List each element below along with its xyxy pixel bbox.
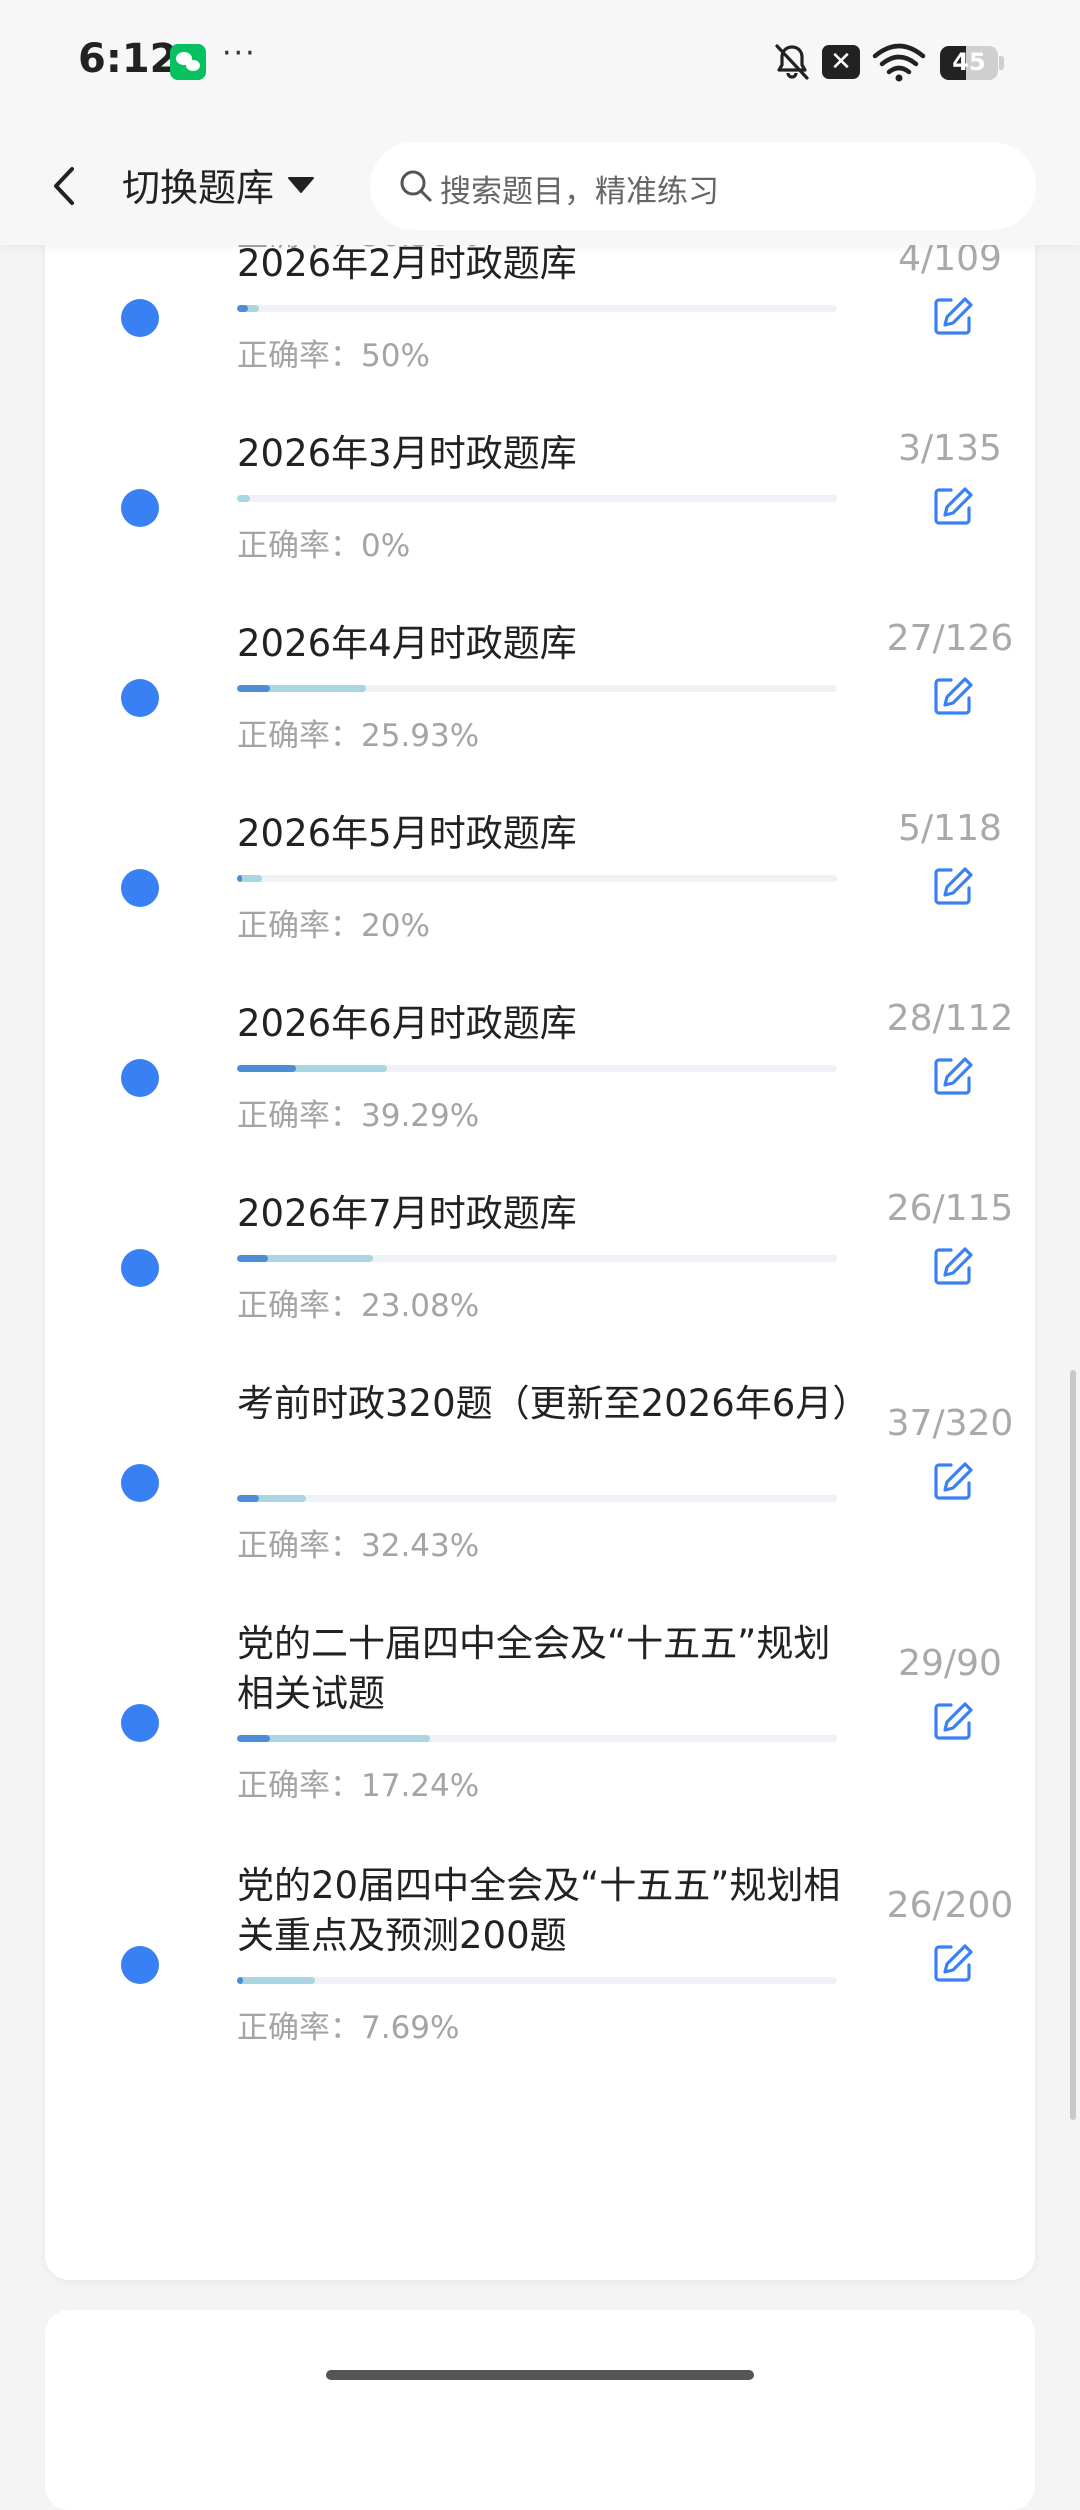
question-bank-item[interactable]: 党的20届四中全会及“十五五”规划相关重点及预测200题正确率：7.69% 26/…	[45, 1864, 1035, 2112]
status-dot-icon	[121, 1059, 159, 1097]
search-icon	[400, 170, 432, 202]
question-bank-item[interactable]: 考前时政320题（更新至2026年6月） 正确率：32.43% 37/320	[45, 1382, 1035, 1630]
progress-bar	[237, 1255, 837, 1262]
home-indicator[interactable]	[326, 2370, 754, 2380]
more-notifications-indicator: ···	[222, 36, 257, 71]
edit-practice-icon[interactable]	[931, 1054, 975, 1098]
status-bar: 6:12 ··· ✕ 45	[0, 0, 1080, 125]
question-bank-item[interactable]: 2026年3月时政题库正确率：0% 3/135	[45, 428, 1035, 630]
progress-bar	[237, 1495, 837, 1502]
correct-fill	[237, 1255, 269, 1262]
progress-bar	[237, 875, 837, 882]
answered-count: 27/126	[886, 618, 1014, 659]
search-placeholder: 搜索题目，精准练习	[440, 174, 719, 210]
status-dot-icon	[121, 679, 159, 717]
progress-bar	[237, 1065, 837, 1072]
edit-practice-icon[interactable]	[931, 484, 975, 528]
status-dot-icon	[121, 1249, 159, 1287]
accuracy-rate: 正确率：25.93%	[237, 718, 480, 754]
question-bank-item[interactable]: 2026年2月时政题库 正确率：50% 4/109	[45, 238, 1035, 440]
answered-count: 26/200	[886, 1885, 1014, 1926]
correct-fill	[237, 685, 271, 692]
item-title: 2026年6月时政题库	[237, 1002, 577, 1045]
answered-count: 29/90	[898, 1643, 1002, 1684]
edit-practice-icon[interactable]	[931, 674, 975, 718]
answered-count: 3/135	[898, 428, 1002, 469]
battery-level: 45	[952, 48, 986, 76]
mute-bell-icon	[775, 44, 809, 80]
item-title: 2026年7月时政题库	[237, 1192, 577, 1235]
question-bank-item[interactable]: 2026年6月时政题库正确率：39.29% 28/112	[45, 998, 1035, 1200]
answered-count: 5/118	[898, 808, 1002, 849]
correct-fill	[237, 305, 248, 312]
accuracy-rate: 正确率：32.43%	[237, 1528, 480, 1564]
accuracy-rate: 正确率：50%	[237, 338, 430, 374]
question-bank-item[interactable]: 党的二十届四中全会及“十五五”规划相关试题正确率：17.24% 29/90	[45, 1622, 1035, 1870]
correct-fill	[237, 1065, 296, 1072]
item-title: 2026年5月时政题库	[237, 812, 577, 855]
progress-bar	[237, 1735, 837, 1742]
edit-practice-icon[interactable]	[931, 1699, 975, 1743]
accuracy-rate: 正确率：17.24%	[237, 1768, 480, 1804]
status-dot-icon	[121, 489, 159, 527]
progress-fill	[237, 495, 251, 502]
status-dot-icon	[121, 1946, 159, 1984]
progress-bar	[237, 1977, 837, 1984]
question-bank-item[interactable]: 2026年4月时政题库正确率：25.93% 27/126	[45, 618, 1035, 820]
scrollbar[interactable]	[1070, 1370, 1076, 2120]
caret-down-icon[interactable]	[286, 175, 316, 195]
progress-bar	[237, 305, 837, 312]
answered-count: 28/112	[886, 998, 1014, 1039]
answered-count: 37/320	[886, 1403, 1014, 1444]
accuracy-rate: 正确率：39.29%	[237, 1098, 480, 1134]
item-title: 2026年2月时政题库	[237, 242, 577, 285]
accuracy-rate: 正确率：7.69%	[237, 2010, 460, 2046]
status-time: 6:12	[78, 36, 178, 82]
back-arrow-icon[interactable]	[44, 161, 84, 211]
question-bank-item[interactable]: 2026年5月时政题库正确率：20% 5/118	[45, 808, 1035, 1010]
edit-practice-icon[interactable]	[931, 294, 975, 338]
status-dot-icon	[121, 1704, 159, 1742]
correct-fill	[237, 1495, 260, 1502]
progress-bar	[237, 495, 837, 502]
edit-practice-icon[interactable]	[931, 1941, 975, 1985]
wifi-icon	[872, 43, 926, 82]
item-title: 党的20届四中全会及“十五五”规划相关重点及预测200题	[237, 1864, 841, 1957]
correct-fill	[237, 1977, 243, 1984]
accuracy-rate: 正确率：20%	[237, 908, 430, 944]
edit-practice-icon[interactable]	[931, 864, 975, 908]
answered-count: 26/115	[886, 1188, 1014, 1229]
edit-practice-icon[interactable]	[931, 1244, 975, 1288]
item-title: 考前时政320题（更新至2026年6月）	[237, 1382, 870, 1425]
status-dot-icon	[121, 1464, 159, 1502]
search-input[interactable]: 搜索题目，精准练习	[370, 142, 1036, 230]
accuracy-rate: 正确率：23.08%	[237, 1288, 480, 1324]
correct-fill	[237, 1735, 271, 1742]
question-bank-item[interactable]: 2026年7月时政题库正确率：23.08% 26/115	[45, 1188, 1035, 1390]
battery-icon: 45	[940, 46, 998, 80]
status-dot-icon	[121, 869, 159, 907]
progress-bar	[237, 685, 837, 692]
close-notification-icon: ✕	[822, 45, 860, 79]
item-title: 2026年4月时政题库	[237, 622, 577, 665]
wechat-notification-icon	[170, 44, 206, 80]
progress-fill	[237, 1977, 315, 1984]
correct-fill	[237, 875, 243, 882]
question-bank-list: 2026年1月时政题库正确率：36.36%11/1502026年2月时政题库正确…	[45, 160, 1035, 2280]
top-nav-bar: 切换题库 搜索题目，精准练习	[0, 125, 1080, 245]
status-dot-icon	[121, 299, 159, 337]
edit-practice-icon[interactable]	[931, 1459, 975, 1503]
next-card	[45, 2310, 1035, 2510]
item-title: 党的二十届四中全会及“十五五”规划相关试题	[237, 1622, 831, 1715]
switch-question-bank-button[interactable]: 切换题库	[122, 157, 274, 212]
accuracy-rate: 正确率：0%	[237, 528, 411, 564]
item-title: 2026年3月时政题库	[237, 432, 577, 475]
